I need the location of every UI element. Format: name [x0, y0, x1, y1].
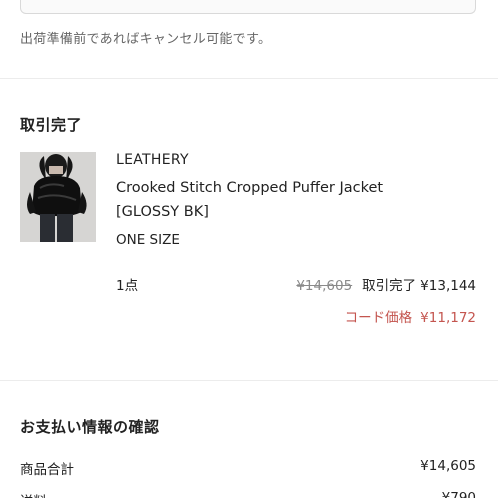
summary-value: ¥790 — [441, 490, 476, 498]
section-divider — [0, 380, 498, 381]
summary-row-shipping: 送料 ¥790 — [20, 490, 476, 498]
summary-row-subtotal: 商品合計 ¥14,605 — [20, 458, 476, 478]
product-brand[interactable]: LEATHERY — [116, 152, 189, 168]
product-name-line-1: Crooked Stitch Cropped Puffer Jacket — [116, 180, 384, 196]
summary-label: 商品合計 — [20, 462, 74, 478]
code-price-row: コード価格 ¥11,172 — [345, 306, 476, 326]
price-status-label: 取引完了 — [362, 278, 417, 294]
product-size: ONE SIZE — [116, 232, 180, 248]
product-quantity: 1点 — [116, 278, 139, 294]
summary-label: 送料 — [20, 490, 47, 498]
product-name[interactable]: Crooked Stitch Cropped Puffer Jacket [GL… — [116, 176, 456, 224]
product-photo — [20, 152, 96, 242]
final-price: ¥13,144 — [420, 278, 476, 294]
product-name-line-2: [GLOSSY BK] — [116, 204, 209, 220]
previous-card-edge — [20, 0, 476, 14]
code-price: ¥11,172 — [420, 310, 476, 326]
payment-heading: お支払い情報の確認 — [20, 418, 160, 436]
summary-value: ¥14,605 — [420, 458, 476, 474]
original-price: ¥14,605 — [296, 278, 353, 294]
code-price-label: コード価格 — [344, 310, 413, 326]
cancel-note: 出荷準備前であればキャンセル可能です。 — [20, 32, 272, 47]
product-thumbnail[interactable] — [20, 152, 96, 242]
order-status-heading: 取引完了 — [20, 116, 83, 134]
section-divider — [0, 78, 498, 79]
price-row: ¥14,605 取引完了 ¥13,144 — [296, 274, 476, 294]
